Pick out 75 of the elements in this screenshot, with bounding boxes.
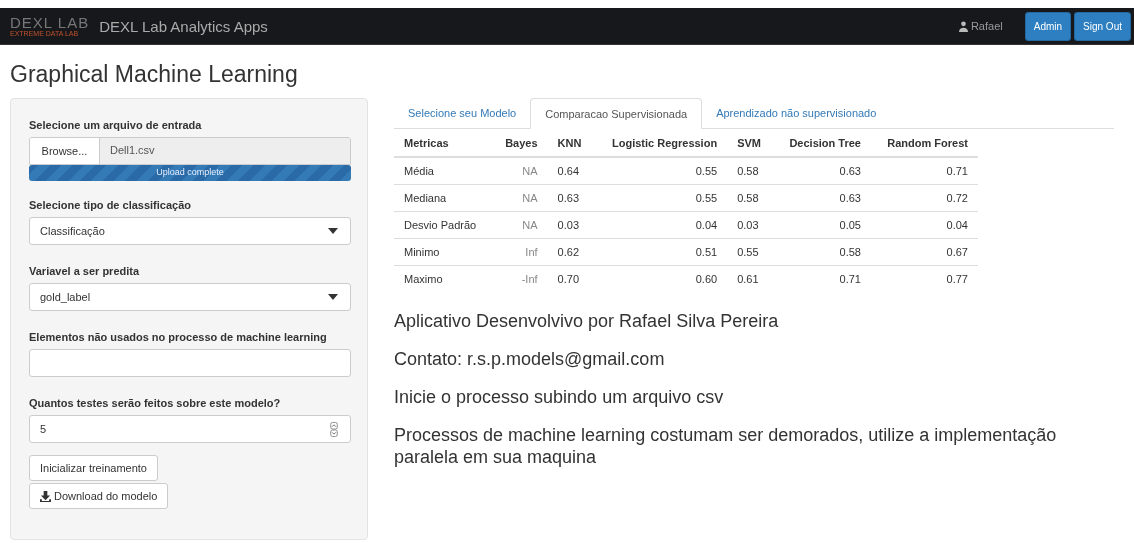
table-cell: 0.63 bbox=[547, 184, 595, 212]
field-label: Selecione um arquivo de entrada bbox=[29, 118, 203, 133]
logo-text: DEXL LAB bbox=[10, 15, 90, 30]
table-cell: 0.58 bbox=[727, 184, 774, 212]
select-dropdown[interactable]: gold_label bbox=[29, 283, 351, 311]
input-field[interactable] bbox=[29, 349, 351, 377]
table-cell: 0.03 bbox=[547, 211, 595, 239]
info-text: Contato: r.s.p.models@gmail.com bbox=[394, 348, 666, 370]
table-cell: 0.61 bbox=[727, 265, 774, 292]
file-field[interactable]: Browse... Dell1.csv bbox=[29, 137, 351, 165]
user-link[interactable]: Rafael bbox=[958, 20, 1003, 32]
table-cell: 0.63 bbox=[773, 157, 871, 185]
column-header: Decision Tree bbox=[773, 129, 871, 157]
browse-button[interactable]: Browse... bbox=[30, 138, 100, 164]
table-cell: 0.04 bbox=[870, 211, 978, 239]
table-cell: 0.62 bbox=[547, 238, 595, 266]
column-header: Logistic Regression bbox=[594, 129, 728, 157]
table-cell: Desvio Padrão bbox=[394, 211, 492, 239]
file-name-field: Dell1.csv bbox=[100, 138, 350, 164]
field-label: Selecione tipo de classificação bbox=[29, 198, 192, 213]
table-cell: -Inf bbox=[491, 265, 548, 292]
table-cell: Média bbox=[394, 157, 492, 185]
column-header: Random Forest bbox=[870, 129, 978, 157]
field-label: Elementos não usados no processo de machine learning bbox=[29, 330, 328, 345]
field-label: Variavel a ser predita bbox=[29, 264, 141, 279]
caret-icon bbox=[328, 228, 338, 234]
table-cell: 0.71 bbox=[773, 265, 871, 292]
table-cell: Mediana bbox=[394, 184, 492, 212]
tab[interactable]: Comparacao Supervisionada bbox=[530, 98, 703, 129]
table-cell: 0.64 bbox=[547, 157, 595, 185]
table-cell: 0.03 bbox=[727, 211, 774, 239]
train-button[interactable]: Inicializar treinamento bbox=[29, 455, 158, 481]
table-cell: 0.55 bbox=[594, 184, 728, 212]
user-icon bbox=[958, 20, 968, 32]
download-icon bbox=[40, 490, 51, 502]
table-cell: NA bbox=[491, 157, 548, 185]
table-cell: 0.63 bbox=[773, 184, 871, 212]
nav-button[interactable]: Admin bbox=[1024, 11, 1072, 41]
progress-text: Upload complete bbox=[155, 167, 225, 177]
app-title: DEXL Lab Analytics Apps bbox=[99, 17, 268, 35]
table-cell: 0.04 bbox=[594, 211, 728, 239]
table-cell: Inf bbox=[491, 238, 548, 266]
table-cell: Maximo bbox=[394, 265, 492, 292]
caret-icon bbox=[328, 294, 338, 300]
info-text: Inicie o processo subindo um arquivo csv bbox=[394, 386, 725, 408]
number-field[interactable]: 5 bbox=[29, 415, 351, 443]
column-header: Metricas bbox=[394, 129, 492, 157]
info-text: Aplicativo Desenvolvivo por Rafael Silva Pereira bbox=[394, 310, 780, 332]
field-label: Quantos testes serão feitos sobre este modelo? bbox=[29, 396, 282, 411]
page-title: Graphical Machine Learning bbox=[10, 61, 299, 88]
table-cell: 0.58 bbox=[727, 157, 774, 185]
table-cell: 0.58 bbox=[773, 238, 871, 266]
download-button[interactable]: Download do modelo bbox=[29, 483, 169, 509]
table-cell: 0.67 bbox=[870, 238, 978, 266]
table-cell: 0.60 bbox=[594, 265, 728, 292]
table-cell: 0.55 bbox=[594, 157, 728, 185]
table-cell: 0.71 bbox=[870, 157, 978, 185]
table-cell: 0.70 bbox=[547, 265, 595, 292]
select-dropdown[interactable]: Classificação bbox=[29, 217, 351, 245]
table-cell: 0.72 bbox=[870, 184, 978, 212]
tab[interactable]: Selecione seu Modelo bbox=[394, 98, 531, 128]
column-header: KNN bbox=[547, 129, 595, 157]
table-cell: Minimo bbox=[394, 238, 492, 266]
tab[interactable]: Aprendizado não supervisionado bbox=[702, 98, 891, 128]
spinner-icon bbox=[330, 421, 338, 437]
table-cell: NA bbox=[491, 184, 548, 212]
column-header: SVM bbox=[727, 129, 774, 157]
table-cell: 0.05 bbox=[773, 211, 871, 239]
info-text: Processos de machine learning costumam ser demorados, utilize a implementação paralela em sua maquina bbox=[394, 424, 1058, 468]
table-cell: NA bbox=[491, 211, 548, 239]
column-header: Bayes bbox=[491, 129, 548, 157]
table-cell: 0.77 bbox=[870, 265, 978, 292]
nav-button[interactable]: Sign Out bbox=[1074, 11, 1131, 41]
table-cell: 0.55 bbox=[727, 238, 774, 266]
table-cell: 0.51 bbox=[594, 238, 728, 266]
